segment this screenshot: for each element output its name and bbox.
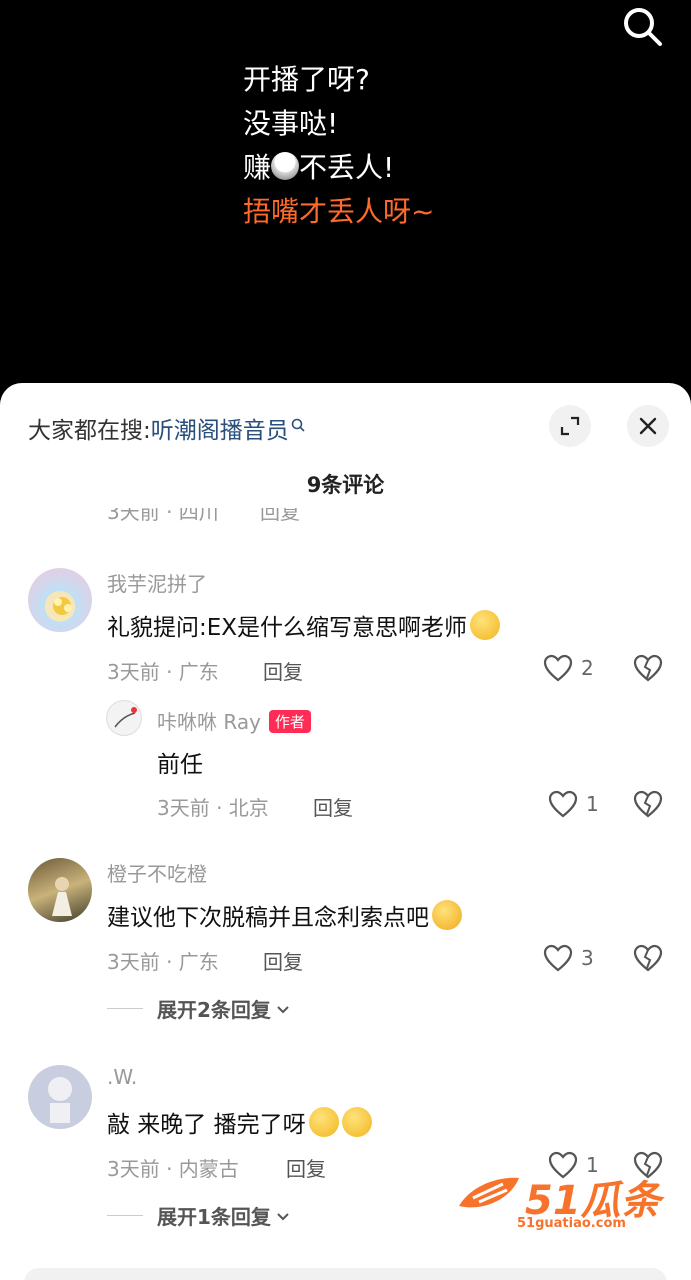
chevron-down-icon bbox=[277, 1005, 289, 1013]
divider-line bbox=[107, 1008, 143, 1009]
like-button[interactable]: 3 bbox=[543, 944, 594, 972]
avatar[interactable] bbox=[28, 858, 92, 922]
expand-replies-label: 展开1条回复 bbox=[157, 1205, 271, 1229]
heart-icon bbox=[543, 654, 573, 682]
dislike-button[interactable] bbox=[633, 944, 663, 976]
magnifier-icon bbox=[291, 418, 305, 432]
comment-username[interactable]: .W. bbox=[107, 1065, 137, 1089]
avatar[interactable] bbox=[28, 1065, 92, 1129]
comment-meta: 3天前 · 广东 bbox=[107, 660, 219, 684]
video-area[interactable]: 开播了呀? 没事哒! 赚不丢人! 捂嘴才丢人呀~ bbox=[0, 0, 691, 400]
crying-emoji-icon bbox=[341, 1107, 372, 1137]
dislike-button[interactable] bbox=[633, 790, 663, 822]
reply-button[interactable]: 回复 bbox=[313, 792, 353, 821]
hot-search-prefix: 大家都在搜: bbox=[28, 418, 151, 444]
avatar-sketch-icon bbox=[114, 707, 137, 728]
like-count: 2 bbox=[581, 656, 594, 680]
broken-heart-icon bbox=[633, 790, 663, 818]
avatar-flower-icon bbox=[53, 597, 72, 615]
close-panel-button[interactable] bbox=[627, 405, 669, 447]
avatar-chibi-icon bbox=[48, 1077, 72, 1123]
reply-meta: 3天前 · 北京 bbox=[157, 796, 269, 820]
heart-icon bbox=[548, 790, 578, 818]
reply-button[interactable]: 回复 bbox=[263, 946, 303, 975]
reply-username[interactable]: 咔咻咻 Ray 作者 bbox=[157, 706, 311, 735]
watermark-url: 51guatiao.com bbox=[517, 1216, 626, 1231]
comment-meta: 3天前 · 广东 bbox=[107, 950, 219, 974]
comment-input-bar[interactable] bbox=[24, 1268, 667, 1280]
expand-replies-button[interactable]: 展开1条回复 bbox=[107, 1201, 291, 1230]
like-button[interactable]: 2 bbox=[543, 654, 594, 682]
expand-icon bbox=[560, 416, 580, 436]
chevron-down-icon bbox=[277, 1212, 289, 1220]
divider-line bbox=[107, 1215, 143, 1216]
author-badge: 作者 bbox=[268, 710, 311, 733]
caption-line: 赚不丢人! bbox=[243, 151, 395, 184]
reply-text[interactable]: 前任 bbox=[157, 745, 203, 779]
comment-username[interactable]: 橙子不吃橙 bbox=[107, 858, 207, 887]
expand-replies-button[interactable]: 展开2条回复 bbox=[107, 994, 291, 1023]
watermark-logo-icon bbox=[459, 1177, 519, 1208]
video-caption: 开播了呀? 没事哒! 赚不丢人! 捂嘴才丢人呀~ bbox=[243, 58, 434, 234]
watermark: 51瓜条 51guatiao.com bbox=[455, 1168, 675, 1238]
crying-emoji-icon bbox=[308, 1107, 339, 1137]
close-icon bbox=[639, 417, 657, 435]
comment-count: 9条评论 bbox=[306, 473, 385, 497]
comment-text[interactable]: 敲 来晚了 播完了呀 bbox=[107, 1105, 372, 1139]
reply-button[interactable]: 回复 bbox=[263, 656, 303, 685]
like-count: 3 bbox=[581, 946, 594, 970]
avatar[interactable] bbox=[28, 568, 92, 632]
heart-icon bbox=[543, 944, 573, 972]
comment-text[interactable]: 礼貌提问:EX是什么缩写意思啊老师 bbox=[107, 608, 501, 642]
caption-line: 开播了呀? bbox=[243, 63, 370, 96]
avatar-person-icon bbox=[52, 877, 72, 916]
broken-heart-icon bbox=[633, 654, 663, 682]
expand-replies-label: 展开2条回复 bbox=[157, 998, 271, 1022]
expand-panel-button[interactable] bbox=[549, 405, 591, 447]
like-button[interactable]: 1 bbox=[548, 790, 599, 818]
cut-off-reply: 回复 bbox=[260, 508, 300, 524]
caption-line: 没事哒! bbox=[243, 107, 339, 140]
search-button[interactable] bbox=[620, 4, 664, 48]
broken-heart-icon bbox=[633, 944, 663, 972]
cut-off-comment-row: 3天前 · 四川 回复 bbox=[105, 508, 665, 530]
reply-button[interactable]: 回复 bbox=[286, 1153, 326, 1182]
dislike-button[interactable] bbox=[633, 654, 663, 686]
like-count: 1 bbox=[586, 792, 599, 816]
comment-panel: 大家都在搜:听潮阁播音员 9条评论 3天前 · 四川 回复 我芋泥拼了 礼貌提问… bbox=[0, 383, 691, 1280]
search-icon bbox=[624, 8, 662, 46]
comment-text[interactable]: 建议他下次脱稿并且念利索点吧 bbox=[107, 898, 462, 932]
reply-avatar[interactable] bbox=[106, 700, 142, 736]
smug-emoji-icon bbox=[432, 900, 462, 930]
rice-bowl-emoji-icon bbox=[271, 152, 300, 180]
hot-search-bar[interactable]: 大家都在搜:听潮阁播音员 bbox=[28, 411, 305, 445]
caption-line-highlight: 捂嘴才丢人呀~ bbox=[243, 195, 435, 228]
comment-username[interactable]: 我芋泥拼了 bbox=[107, 568, 207, 597]
thinking-emoji-icon bbox=[470, 610, 501, 640]
comment-meta: 3天前 · 内蒙古 bbox=[107, 1157, 239, 1181]
hot-search-term[interactable]: 听潮阁播音员 bbox=[151, 418, 289, 444]
cut-off-meta: 3天前 · 四川 bbox=[107, 508, 219, 524]
